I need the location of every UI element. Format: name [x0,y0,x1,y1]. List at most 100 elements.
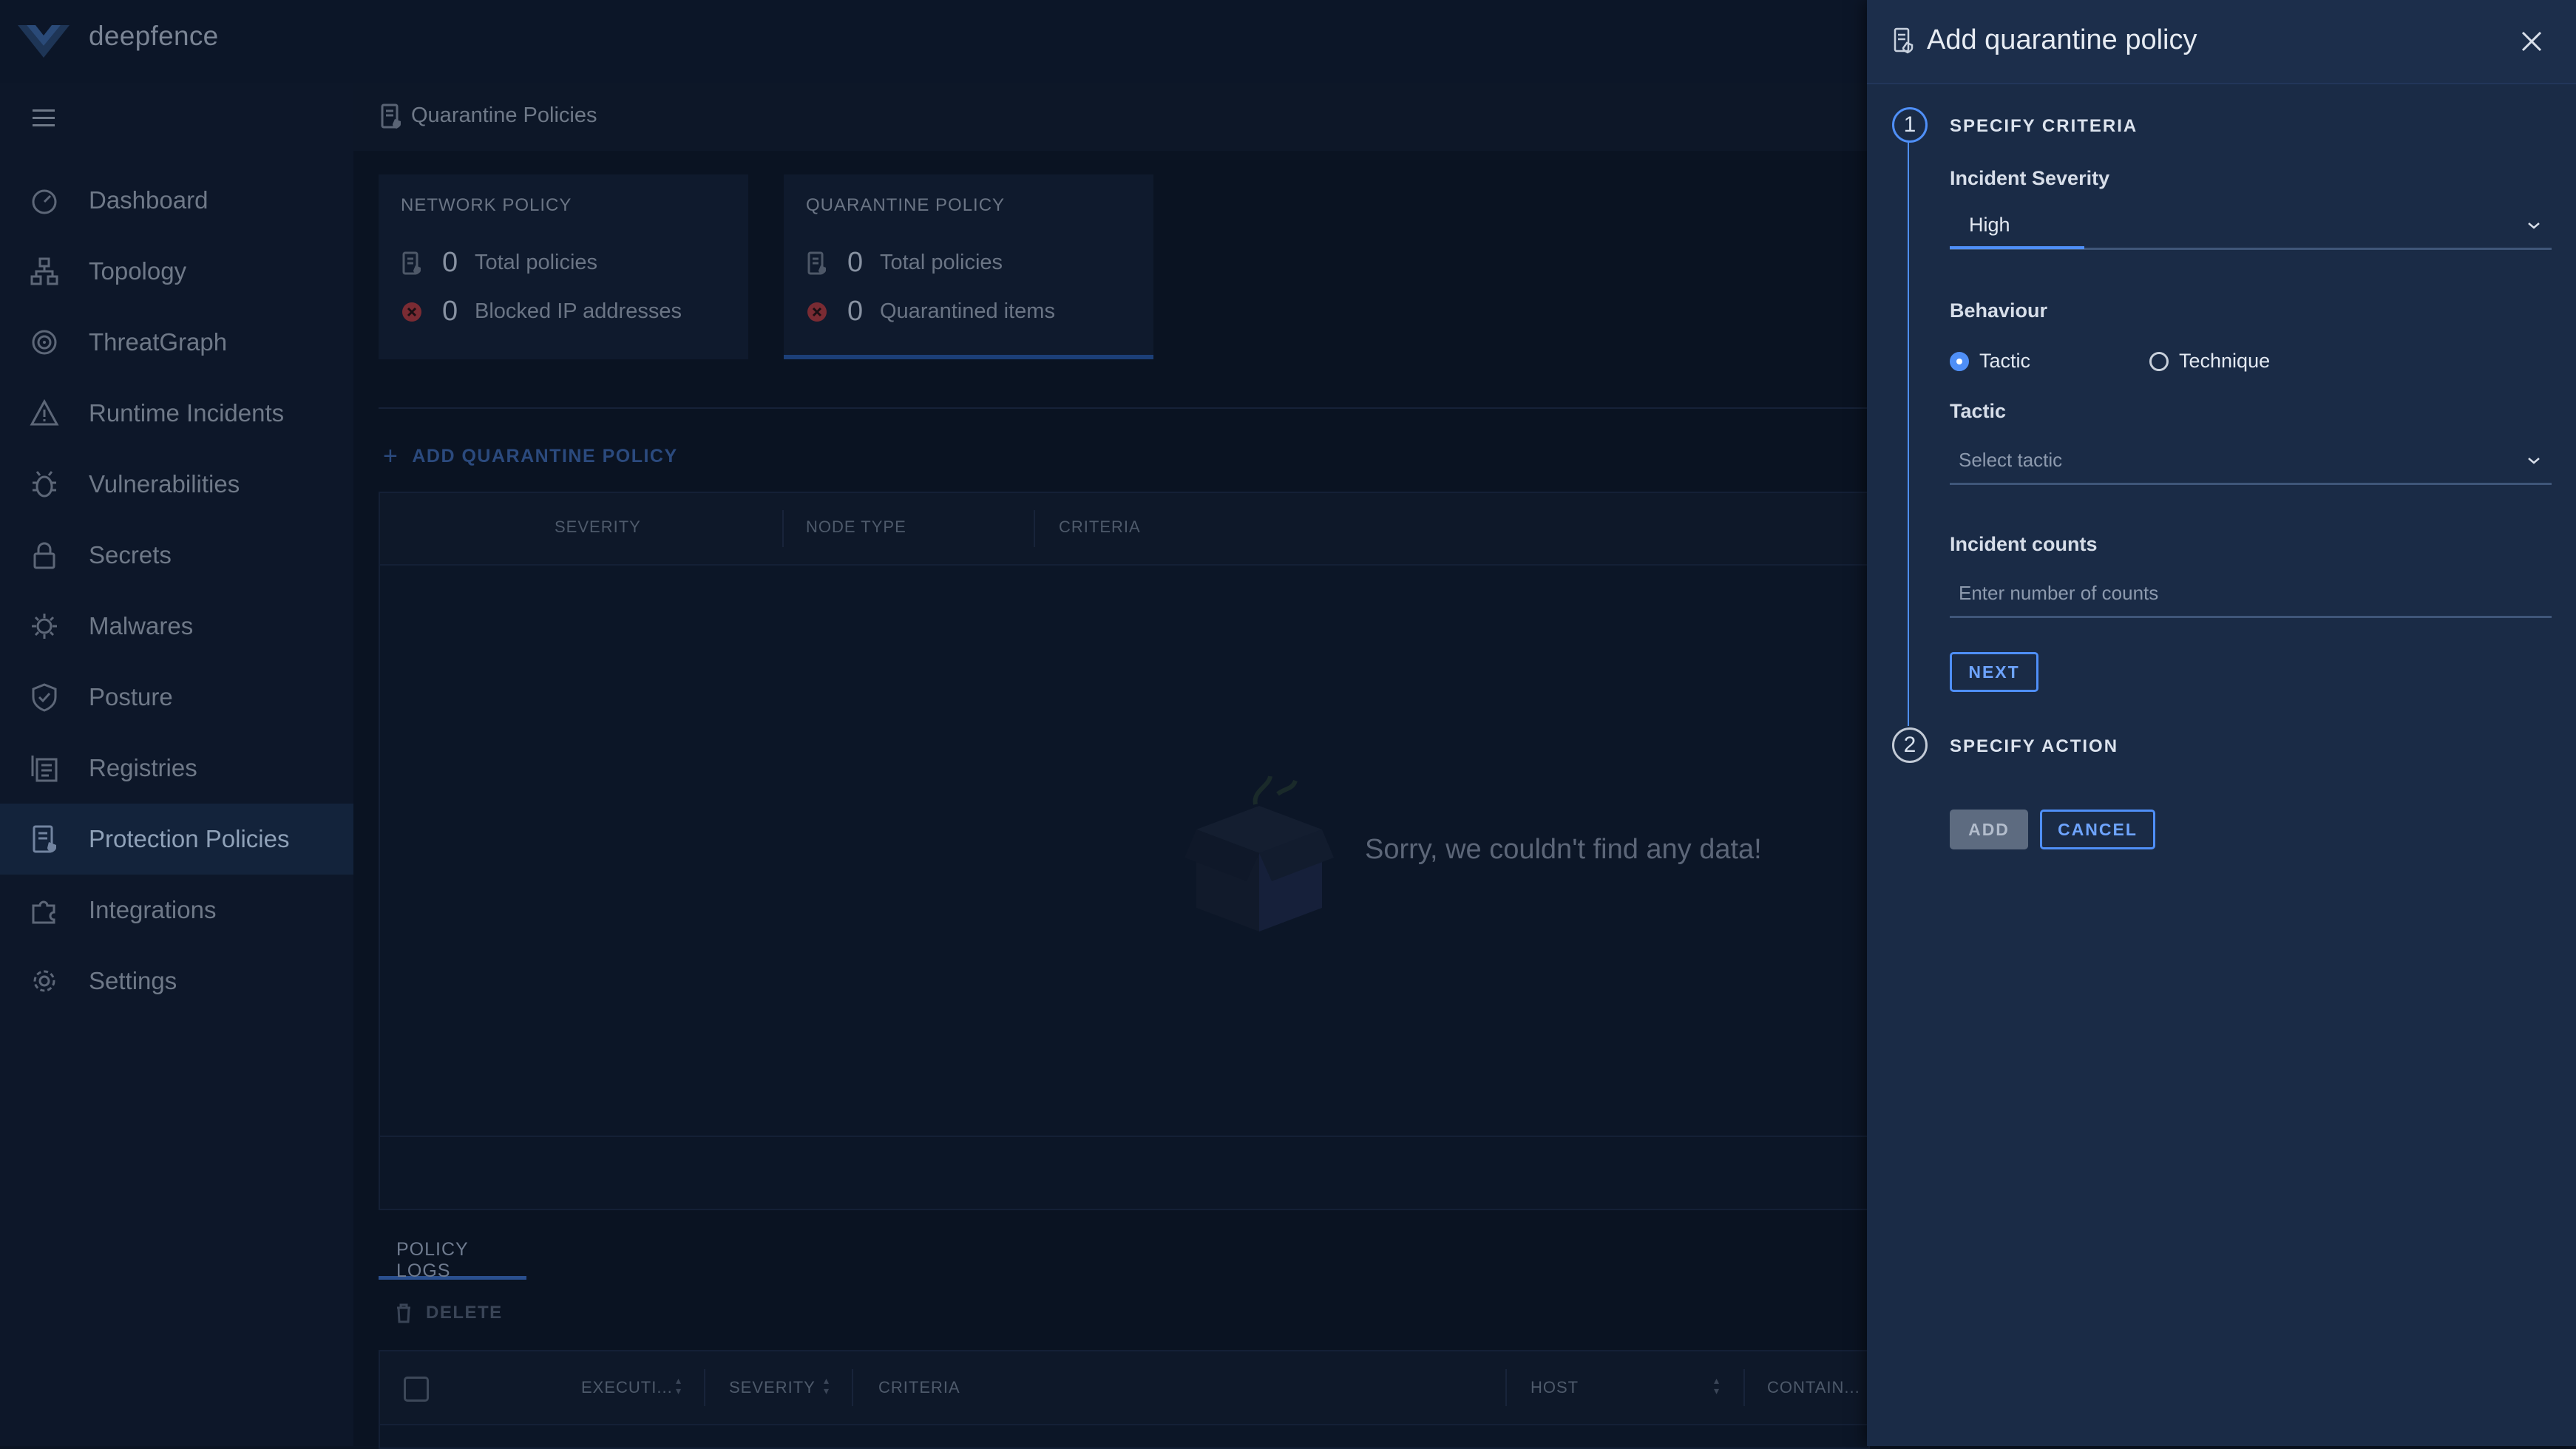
column-separator [1505,1369,1507,1406]
stat-label: Quarantined items [880,299,1055,323]
error-circle-icon [806,299,828,325]
select-value: High [1969,214,2010,236]
sidebar-item-runtime-incidents[interactable]: Runtime Incidents [0,378,353,449]
step-1-indicator: 1 [1892,107,1928,143]
dashboard-icon [30,186,59,215]
column-header-severity[interactable]: SEVERITY [729,1378,816,1397]
column-separator [1743,1369,1745,1406]
sidebar-item-secrets[interactable]: Secrets [0,520,353,591]
delete-button[interactable]: DELETE [395,1303,503,1323]
sidebar-item-label: Protection Policies [89,825,290,852]
stat-value: 0 [442,296,458,327]
tab-label: POLICY LOGS [396,1239,469,1281]
incident-counts-field[interactable] [1950,571,2552,618]
policy-icon [1893,27,1914,55]
tab-policy-logs[interactable]: POLICY LOGS [379,1227,526,1281]
behaviour-label: Behaviour [1950,299,2048,322]
stat-row: 0 Total policies [401,247,597,279]
menu-toggle-icon[interactable] [31,106,56,129]
add-quarantine-policy-label: ADD QUARANTINE POLICY [412,446,678,466]
quarantine-policy-card[interactable]: QUARANTINE POLICY 0 Total policies 0 Qua… [784,174,1153,359]
brand-name: deepfence [89,21,219,51]
policy-icon [30,824,59,854]
sidebar-item-registries[interactable]: Registries [0,733,353,804]
sidebar-item-posture[interactable]: Posture [0,662,353,733]
stat-label: Total policies [880,251,1003,274]
sidebar-item-vulnerabilities[interactable]: Vulnerabilities [0,449,353,520]
stat-value: 0 [847,247,864,278]
shield-icon [30,682,59,712]
sidebar-item-dashboard[interactable]: Dashboard [0,165,353,236]
card-title: NETWORK POLICY [401,195,572,215]
incident-severity-select[interactable]: High [1950,203,2552,250]
stat-row: 0 Total policies [806,247,1003,279]
incident-severity-label: Incident Severity [1950,167,2110,189]
delete-label: DELETE [426,1303,503,1323]
column-header-criteria[interactable]: CRITERIA [1059,518,1141,537]
sidebar-item-integrations[interactable]: Integrations [0,875,353,946]
top-bar [0,0,1867,83]
sidebar-item-label: Vulnerabilities [89,470,240,498]
registry-icon [30,753,59,783]
card-title: QUARANTINE POLICY [806,195,1006,215]
column-header-criteria[interactable]: CRITERIA [878,1378,960,1397]
tactic-select[interactable]: Select tactic [1950,438,2552,485]
add-button[interactable]: ADD [1950,810,2028,849]
sidebar-item-label: Registries [89,754,197,781]
column-header-host[interactable]: HOST [1531,1378,1579,1397]
breadcrumb-current[interactable]: Quarantine Policies [411,104,597,128]
next-button[interactable]: NEXT [1950,652,2038,692]
step-2-indicator: 2 [1892,727,1928,763]
policy-icon [401,251,423,276]
column-header-container[interactable]: CONTAIN... [1767,1378,1860,1397]
sidebar-item-settings[interactable]: Settings [0,946,353,1017]
column-separator [704,1369,705,1406]
incident-counts-input[interactable] [1950,581,2552,605]
sidebar-item-label: Runtime Incidents [89,399,285,427]
lock-icon [30,540,59,570]
cancel-button[interactable]: CANCEL [2040,810,2155,849]
select-all-checkbox[interactable] [404,1377,429,1402]
plus-icon: + [383,442,399,470]
divider [379,407,1867,409]
sidebar-item-label: Integrations [89,896,217,923]
network-policy-card[interactable]: NETWORK POLICY 0 Total policies 0 Blocke… [379,174,748,359]
step-1-title: SPECIFY CRITERIA [1950,116,2138,136]
sidebar-item-label: Settings [89,967,177,994]
threatgraph-icon [30,328,59,357]
step-2-title: SPECIFY ACTION [1950,736,2119,756]
stat-row: 0 Quarantined items [806,296,1055,328]
radio-tactic[interactable]: Tactic [1950,350,2030,373]
error-circle-icon [401,299,423,325]
puzzle-icon [30,895,59,925]
radio-technique[interactable]: Technique [2149,350,2270,373]
empty-box-icon [1182,761,1337,939]
sidebar-item-label: Dashboard [89,186,209,214]
sidebar-item-malwares[interactable]: Malwares [0,591,353,662]
sort-icon[interactable]: ▴ ▾ [824,1375,834,1396]
deepfence-logo-icon[interactable] [16,21,71,61]
policy-icon [806,251,828,276]
close-icon[interactable] [2520,30,2543,53]
column-header-execution[interactable]: EXECUTI... [581,1378,673,1397]
topology-icon [30,257,59,286]
sort-icon[interactable]: ▴ ▾ [676,1375,686,1396]
gear-icon [30,966,59,996]
radio-label: Tactic [1979,350,2031,372]
malware-icon [30,611,59,641]
sidebar-item-topology[interactable]: Topology [0,236,353,307]
column-header-severity[interactable]: SEVERITY [555,518,641,537]
sidebar-item-label: ThreatGraph [89,328,228,356]
sidebar-item-protection-policies[interactable]: Protection Policies [0,804,353,875]
sort-icon[interactable]: ▴ ▾ [1714,1375,1724,1396]
sidebar-item-threatgraph[interactable]: ThreatGraph [0,307,353,378]
column-header-node-type[interactable]: NODE TYPE [806,518,906,537]
column-separator [782,510,784,547]
chevron-down-icon [2526,221,2541,230]
table-footer [380,1136,1867,1137]
chevron-down-icon [2526,456,2541,465]
select-focus-indicator [1950,246,2084,249]
stat-label: Blocked IP addresses [475,299,682,323]
add-quarantine-policy-button[interactable]: + ADD QUARANTINE POLICY [383,442,678,471]
select-placeholder: Select tactic [1959,449,2063,471]
